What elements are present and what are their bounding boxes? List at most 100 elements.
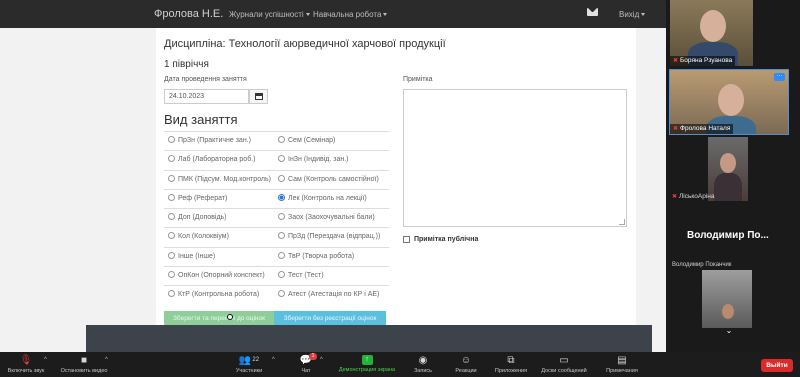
lesson-type-option[interactable]: Інше (Інше) [168, 251, 215, 260]
reactions-label: Реакции [455, 368, 477, 374]
participant-face [720, 153, 736, 173]
lesson-type-option[interactable]: ОпКон (Опорний конспект) [168, 271, 265, 279]
record-button[interactable]: ◉ Запись [410, 352, 436, 377]
unmute-button[interactable]: 🎙 Включить звук [2, 352, 50, 377]
radio-button[interactable] [278, 232, 285, 240]
lesson-type-option[interactable]: ПМК (Підсум. Мод.контроль) [168, 174, 271, 183]
radio-button[interactable] [168, 136, 175, 143]
participant-name-1: ✖ Боряна Рзуанова [670, 56, 736, 66]
chevron-up-icon[interactable]: ^ [272, 357, 275, 363]
chat-label: Чат [301, 368, 311, 374]
chevron-up-icon[interactable]: ^ [44, 357, 47, 363]
public-note-checkbox[interactable] [403, 236, 410, 243]
participants-icon: 👥22 [238, 355, 260, 366]
date-input[interactable]: 24.10.2023 [164, 89, 249, 104]
save-and-grade-button[interactable]: Зберегти та перейти до оцінок [164, 311, 274, 326]
lesson-type-option[interactable]: ПрЗн (Практичне зан.) [168, 136, 251, 144]
reactions-button[interactable]: ☺ Реакции [451, 352, 481, 377]
chevron-up-icon[interactable]: ^ [320, 357, 323, 363]
lesson-type-label: ІнЗн (Індивід. зан.) [288, 156, 349, 164]
menu-teaching[interactable]: Навчальна робота [313, 10, 388, 19]
participant-face [722, 304, 734, 319]
save-without-grades-button[interactable]: Зберегти без реєстрації оцінок [274, 311, 386, 326]
participant-tile-4[interactable] [702, 270, 752, 328]
semester-label: 1 півріччя [164, 59, 209, 70]
leave-meeting-button[interactable]: Выйти [761, 359, 793, 372]
participant-tile-1[interactable]: ✖ Боряна Рзуанова [670, 0, 753, 66]
note-textarea[interactable] [403, 89, 627, 227]
radio-button[interactable] [278, 136, 285, 143]
radio-button[interactable] [168, 174, 175, 182]
lesson-type-label: Доп (Доповідь) [178, 214, 227, 222]
shared-screen: Фролова Н.Е. Журнали успішності Навчальн… [0, 0, 666, 352]
video-camera-icon: ■ [80, 355, 88, 366]
whiteboard-icon: ▭ [559, 355, 569, 366]
mail-icon[interactable] [587, 8, 598, 16]
radio-button[interactable] [168, 290, 175, 298]
lesson-type-label: Тест (Тест) [288, 272, 324, 280]
participants-button[interactable]: 👥22 Участники [228, 352, 270, 377]
participant-tile-2[interactable]: ··· ✖ Фролова Наталя [669, 69, 789, 135]
lesson-type-label: Кол (Колоквіум) [178, 233, 229, 241]
discipline-title: Дисципліна: Технології аюрведичної харчо… [164, 38, 446, 50]
lesson-type-option[interactable]: Лаб (Лабораторна роб.) [168, 155, 255, 163]
participant-body [714, 173, 742, 201]
radio-button[interactable] [278, 174, 285, 182]
chat-button[interactable]: 💬 1 Чат [294, 352, 318, 377]
radio-button[interactable] [168, 213, 175, 221]
participant-face [700, 10, 726, 42]
apps-label: Приложения [494, 368, 528, 374]
chevron-down-icon[interactable]: ⌄ [721, 326, 737, 336]
lesson-type-option[interactable]: Сам (Контроль самостійної) [278, 174, 379, 183]
lesson-type-row: ПрЗн (Практичне зан.) Сем (Семінар) [164, 131, 389, 150]
lesson-type-option[interactable]: Заох (Заохочувальні бали) [278, 213, 375, 221]
radio-button[interactable] [278, 290, 285, 298]
lesson-type-row: КтР (Контрольна робота) Атест (Атестація … [164, 285, 389, 304]
lesson-type-option[interactable]: ПрЗд (Перездача (відпрац.)) [278, 232, 380, 240]
calendar-button[interactable] [249, 89, 268, 104]
lesson-type-option[interactable]: КтР (Контрольна робота) [168, 290, 259, 298]
menu-journals-label: Журнали успішності [229, 10, 304, 19]
notes-icon: ▤ [617, 355, 627, 366]
lesson-type-option[interactable]: ТвР (Творча робота) [278, 251, 354, 260]
radio-button[interactable] [278, 251, 285, 259]
radio-button[interactable] [168, 193, 175, 201]
radio-button[interactable] [168, 251, 175, 259]
emoji-add-icon: ☺ [460, 355, 472, 366]
record-icon: ◉ [418, 355, 428, 366]
zoom-meeting-window: Фролова Н.Е. Журнали успішності Навчальн… [0, 0, 800, 377]
lesson-type-label: ПрЗд (Перездача (відпрац.)) [288, 233, 381, 241]
lesson-type-option[interactable]: Атест (Атестація по КР і АЕ) [278, 290, 379, 298]
menu-journals[interactable]: Журнали успішності [229, 10, 310, 19]
radio-button[interactable] [278, 213, 285, 221]
lesson-type-option[interactable]: ІнЗн (Індивід. зан.) [278, 155, 348, 163]
lesson-type-option[interactable]: Лек (Контроль на лекції) [278, 193, 367, 202]
whiteboards-button[interactable]: ▭ Доски сообщений [536, 352, 592, 377]
notes-button[interactable]: ▤ Примечания [600, 352, 644, 377]
chevron-up-icon[interactable]: ^ [105, 357, 108, 363]
unmute-label: Включить звук [7, 368, 45, 374]
lesson-type-option[interactable]: Сем (Семінар) [278, 136, 335, 144]
radio-button[interactable] [168, 155, 175, 163]
radio-button[interactable] [168, 232, 175, 240]
lesson-type-option[interactable]: Доп (Доповідь) [168, 213, 227, 221]
share-screen-button[interactable]: ↑ Демонстрация экрана [332, 352, 402, 377]
participant-face [718, 84, 744, 116]
lesson-type-option[interactable]: Тест (Тест) [278, 271, 324, 279]
caret-down-icon [305, 13, 310, 17]
participant-name-3: ✖ ЛіськоАріна [672, 193, 715, 200]
radio-button[interactable] [278, 155, 285, 163]
participant-name-2: ✖ Фролова Наталя [670, 124, 734, 134]
lesson-type-option[interactable]: Реф (Реферат) [168, 193, 227, 202]
radio-button[interactable] [278, 271, 285, 279]
navbar-user[interactable]: Фролова Н.Е. [154, 8, 223, 20]
participant-tile-3[interactable] [708, 137, 748, 201]
logout-link[interactable]: Вихід [619, 10, 646, 19]
radio-button[interactable] [278, 193, 285, 201]
apps-button[interactable]: ⧉ Приложения [489, 352, 533, 377]
radio-button[interactable] [168, 271, 175, 279]
stop-video-button[interactable]: ■ Остановить видео [56, 352, 112, 377]
more-options-icon[interactable]: ··· [774, 73, 785, 81]
lesson-type-option[interactable]: Кол (Колоквіум) [168, 232, 229, 240]
apps-icon: ⧉ [507, 355, 515, 366]
